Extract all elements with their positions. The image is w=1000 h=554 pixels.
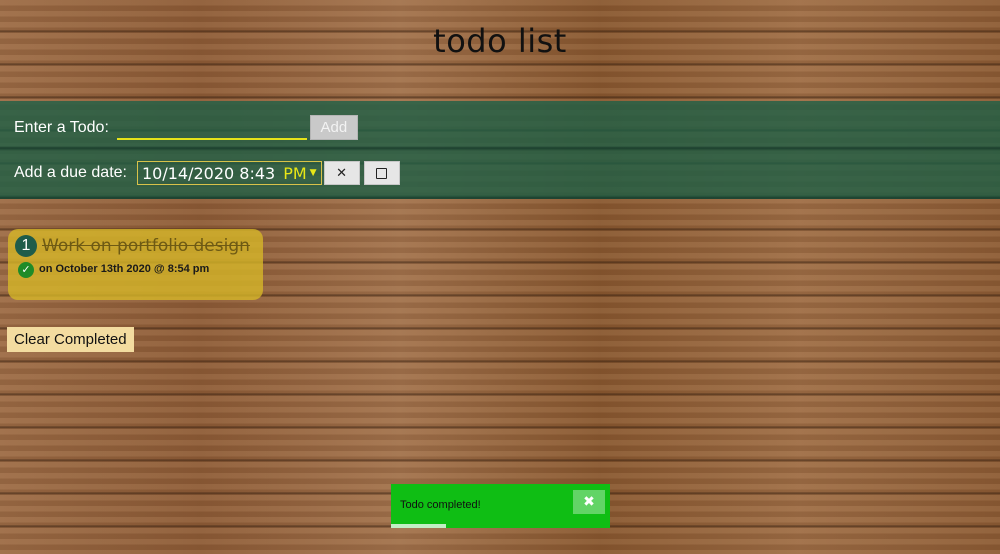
todo-input-row: Enter a Todo: Add — [14, 115, 358, 140]
toast-notification: Todo completed! ✖ — [391, 484, 610, 528]
todo-input[interactable] — [116, 115, 307, 140]
ampm-select[interactable]: PM — [283, 164, 306, 183]
page-title: todo list — [433, 22, 567, 60]
todo-form: Enter a Todo: Add Add a due date: 10/14/… — [0, 101, 1000, 199]
clear-completed-button[interactable]: Clear Completed — [7, 327, 134, 352]
due-date-row: Add a due date: 10/14/2020 8:43 PM ▼ ✕ — [14, 161, 400, 185]
calendar-button[interactable] — [363, 161, 400, 185]
due-date-field[interactable]: 10/14/2020 8:43 PM ▼ — [136, 161, 322, 185]
todo-input-label: Enter a Todo: — [14, 118, 109, 136]
todo-text[interactable]: Work on portfolio design — [42, 236, 250, 256]
todo-item[interactable]: 1 Work on portfolio design ✓ on October … — [8, 229, 263, 300]
chevron-down-icon: ▼ — [309, 168, 317, 178]
close-icon: ✕ — [336, 165, 348, 181]
toast-progress-bar — [391, 524, 446, 528]
check-circle-icon: ✓ — [18, 262, 34, 278]
due-date-value: 10/14/2020 8:43 — [141, 163, 276, 183]
due-date-label: Add a due date: — [14, 164, 127, 181]
toast-close-button[interactable]: ✖ — [573, 490, 605, 514]
add-button[interactable]: Add — [309, 115, 358, 140]
clear-date-button[interactable]: ✕ — [323, 161, 360, 185]
toast-message: Todo completed! — [400, 499, 481, 511]
todo-due-date: on October 13th 2020 @ 8:54 pm — [39, 263, 210, 275]
todo-number: 1 — [15, 235, 37, 257]
close-icon: ✖ — [583, 494, 595, 510]
calendar-icon — [376, 167, 388, 179]
